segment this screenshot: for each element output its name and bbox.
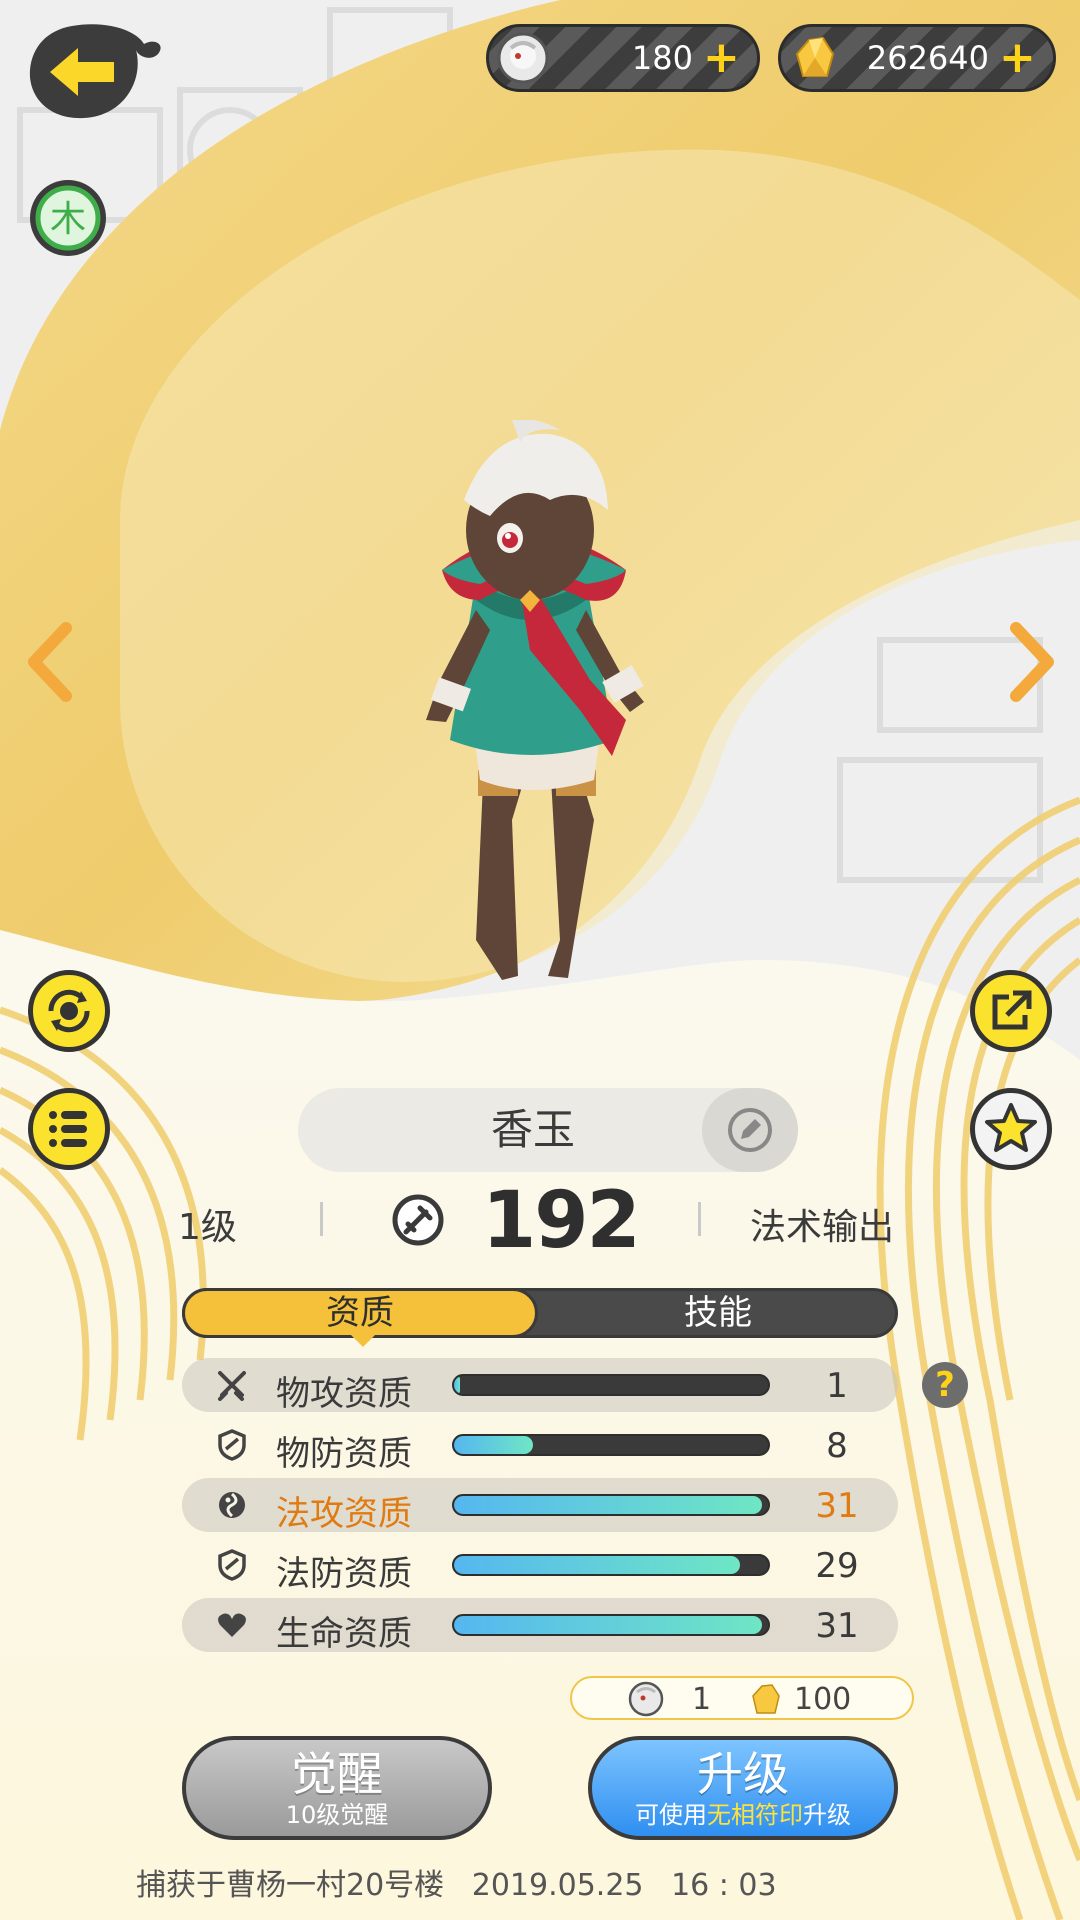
upgrade-label: 升级 [697, 1747, 789, 1801]
upgrade-sublabel-item: 无相符印 [707, 1801, 803, 1829]
attr-value: 29 [815, 1546, 859, 1586]
capture-location: 捕获于曹杨一村20号楼 [136, 1868, 445, 1903]
attr-row: 法防资质 29 [182, 1538, 898, 1594]
attr-bar-fill [454, 1436, 533, 1454]
element-label: 木 [50, 199, 86, 240]
heart-icon [218, 1613, 246, 1637]
pet-stat-row: 1级 192 法术输出 [170, 1176, 930, 1266]
rename-button[interactable] [702, 1088, 798, 1172]
attr-bar [452, 1434, 770, 1456]
pet-name: 香玉 [490, 1105, 575, 1154]
chevron-right-icon [1010, 622, 1054, 702]
next-pet-arrow[interactable] [1006, 622, 1056, 702]
element-badge: 木 [28, 178, 108, 258]
shield-icon [218, 1429, 246, 1461]
attr-value: 31 [815, 1606, 859, 1646]
attr-bar [452, 1554, 770, 1576]
attr-value: 1 [826, 1366, 848, 1406]
awaken-label: 觉醒 [291, 1747, 383, 1801]
crystal-currency: 262640 + [778, 24, 1056, 92]
attr-bar-fill [454, 1616, 762, 1634]
divider [698, 1202, 701, 1236]
upgrade-sublabel-pre: 可使用 [635, 1801, 707, 1829]
attr-bar [452, 1614, 770, 1636]
crystal-value: 262640 [866, 39, 989, 77]
attr-label: 物防资质 [276, 1434, 412, 1474]
soul-currency-icon [497, 32, 549, 84]
attr-row: 物防资质 8 [182, 1418, 898, 1474]
pet-character[interactable] [380, 419, 710, 1000]
cost-crystal-value: 100 [794, 1682, 852, 1717]
crossed-swords-icon [218, 1371, 246, 1401]
attr-label: 法防资质 [276, 1554, 412, 1594]
soul-plus-button[interactable]: + [703, 36, 740, 80]
share-icon [992, 990, 1032, 1030]
capture-time: 16 : 03 [671, 1868, 777, 1903]
crystal-plus-button[interactable]: + [999, 36, 1036, 80]
list-button[interactable] [28, 1088, 110, 1170]
combat-power-icon [392, 1194, 444, 1246]
attr-row: 物攻资质 1 [182, 1358, 898, 1414]
attr-label: 生命资质 [276, 1614, 412, 1654]
attr-bar-fill [454, 1376, 461, 1394]
capture-date: 2019.05.25 [471, 1868, 644, 1903]
tab-pointer [351, 1335, 375, 1347]
upgrade-cost: 1 100 [570, 1676, 914, 1720]
orb-icon [219, 1492, 245, 1518]
shield-icon [218, 1549, 246, 1581]
combat-power-value: 192 [482, 1176, 641, 1266]
previous-pet-arrow[interactable] [26, 622, 76, 702]
attr-row: 法攻资质 31 [182, 1478, 898, 1534]
upgrade-button[interactable]: 升级 可使用无相符印升级 [588, 1736, 898, 1840]
attr-bar [452, 1374, 770, 1396]
attr-label: 物攻资质 [276, 1374, 412, 1414]
attr-bar-fill [454, 1496, 762, 1514]
soul-currency: 180 + [486, 24, 760, 92]
back-arrow-icon [29, 24, 161, 119]
soul-currency-icon [628, 1681, 664, 1717]
upgrade-sublabel-post: 升级 [803, 1801, 851, 1829]
list-icon [49, 1111, 87, 1147]
capture-info: 捕获于曹杨一村20号楼 2019.05.25 16 : 03 [136, 1860, 946, 1903]
crystal-currency-icon [795, 36, 835, 77]
tab-aptitude[interactable]: 资质 [182, 1288, 538, 1347]
reset-icon [48, 989, 90, 1033]
tab-aptitude-label: 资质 [326, 1293, 394, 1333]
share-button[interactable] [970, 970, 1052, 1052]
pet-level: 1级 [178, 1207, 237, 1248]
soul-value: 180 [631, 39, 693, 77]
reset-button[interactable] [28, 970, 110, 1052]
cost-soul-value: 1 [692, 1682, 712, 1717]
star-icon [985, 1103, 1037, 1152]
attr-row: 生命资质 31 [182, 1598, 898, 1654]
attr-value-highlighted: 31 [815, 1486, 859, 1526]
aptitude-help-button[interactable]: ? [922, 1362, 968, 1408]
pencil-icon [728, 1108, 772, 1152]
detail-tabs: 技能 资质 [182, 1288, 901, 1347]
favorite-button[interactable] [970, 1088, 1052, 1170]
pet-role: 法术输出 [750, 1207, 895, 1248]
back-button[interactable] [26, 20, 166, 124]
attr-value: 8 [826, 1426, 848, 1466]
pet-name-plate: 香玉 [298, 1088, 798, 1172]
awaken-sublabel: 10级觉醒 [285, 1801, 389, 1829]
upgrade-sublabel: 可使用无相符印升级 [592, 1800, 894, 1830]
attr-label-highlighted: 法攻资质 [276, 1494, 412, 1534]
awaken-button[interactable]: 觉醒 10级觉醒 [182, 1736, 492, 1840]
tab-skills[interactable]: 技能 [535, 1288, 901, 1338]
chevron-left-icon [28, 622, 72, 702]
divider [320, 1202, 323, 1236]
attr-bar [452, 1494, 770, 1516]
wood-element-icon: 木 [30, 180, 106, 256]
crystal-currency-icon [752, 1684, 780, 1714]
attr-bar-fill [454, 1556, 740, 1574]
